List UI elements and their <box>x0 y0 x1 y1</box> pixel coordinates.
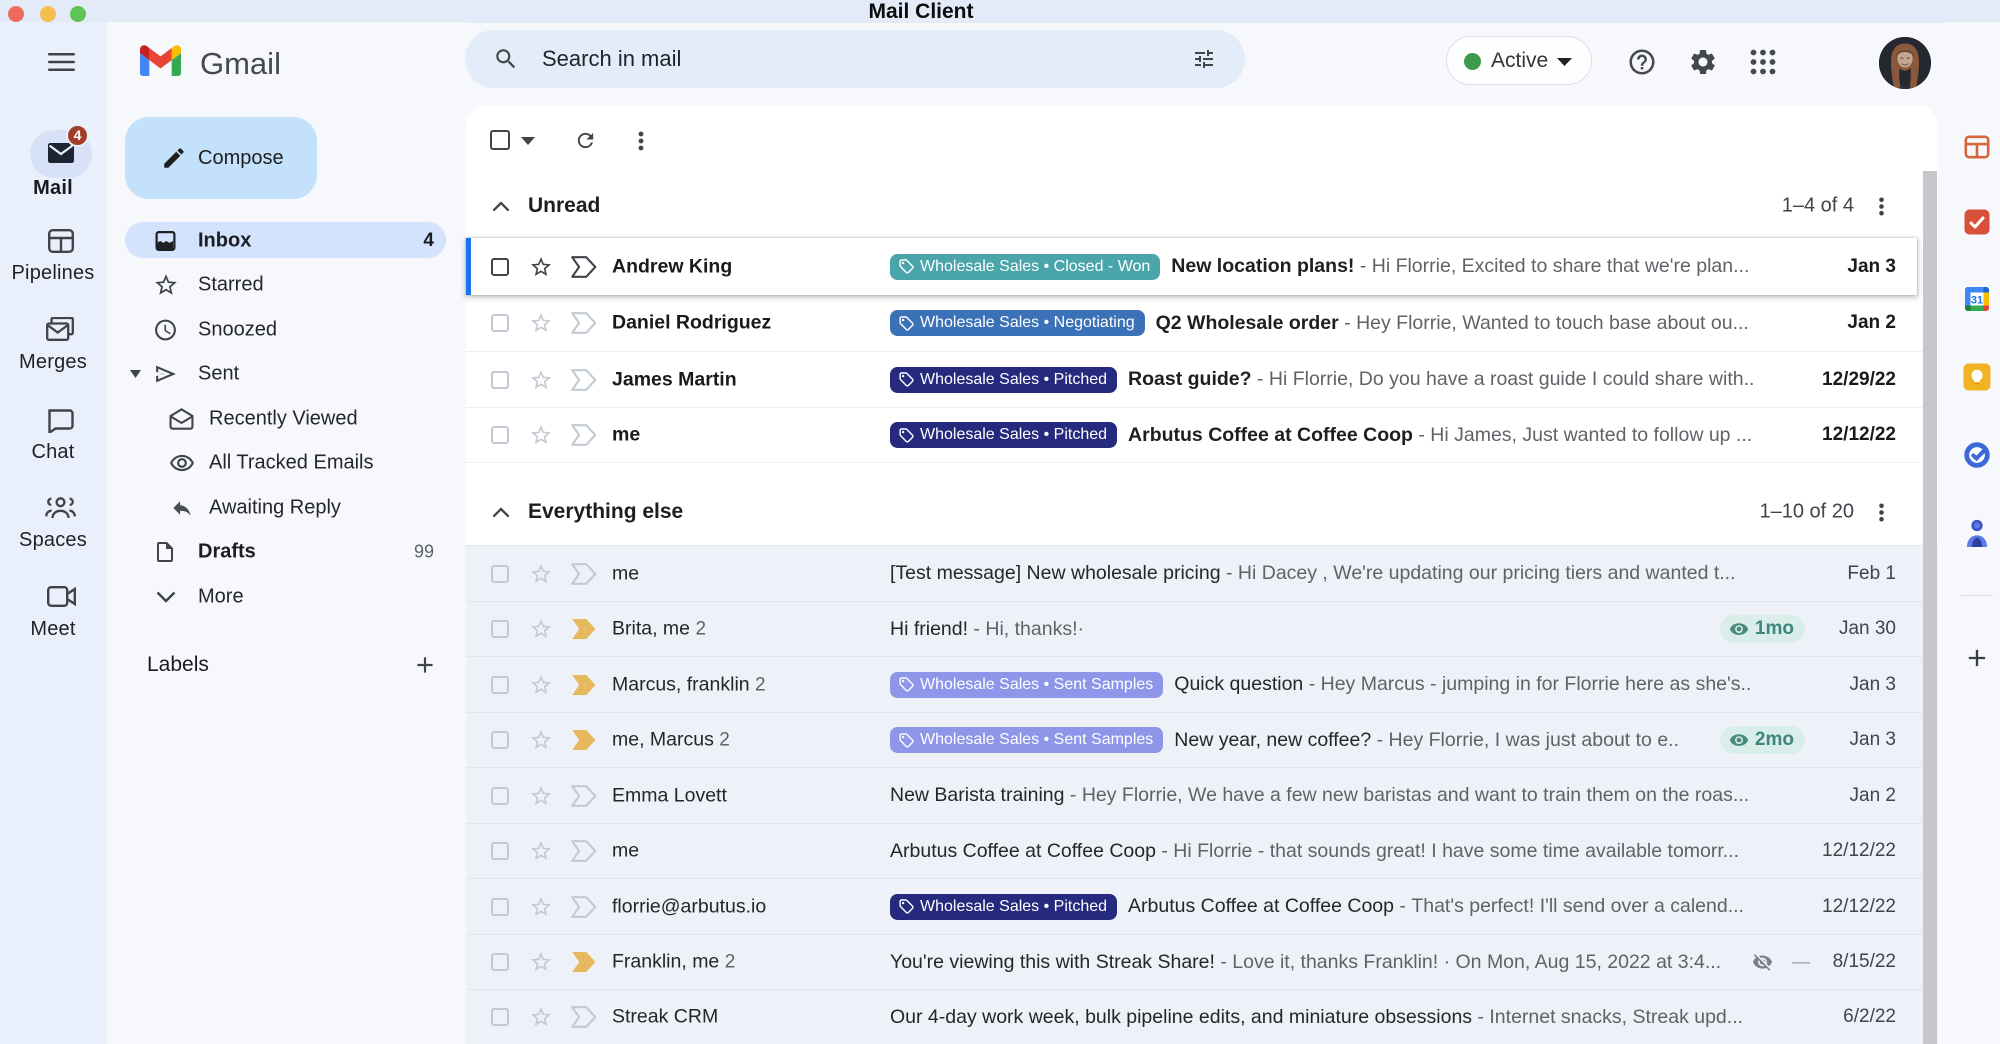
svg-text:31: 31 <box>1971 295 1983 307</box>
